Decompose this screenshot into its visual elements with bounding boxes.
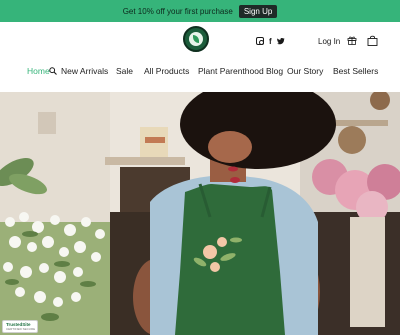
social-links: f [256,37,285,46]
nav-item-home[interactable]: Home [27,66,50,76]
hero-image [0,92,400,335]
logo[interactable] [183,26,209,52]
nav-item-all-products[interactable]: All Products [144,66,189,76]
nav-item-our-story[interactable]: Our Story [287,66,323,76]
announcement-bar: Get 10% off your first purchase Sign Up [0,0,400,22]
hero-illustration [0,92,400,335]
twitter-icon[interactable] [276,37,285,45]
announcement-text: Get 10% off your first purchase [122,6,233,16]
site-header: f Log In Home New Arrivals Sale All Prod… [0,22,400,92]
leaf-icon [193,35,199,43]
login-link[interactable]: Log In [318,37,340,46]
sign-up-button[interactable]: Sign Up [238,4,278,18]
badge-subtitle: CERTIFIED SECURE [6,327,36,331]
gift-icon[interactable] [347,35,357,45]
search-icon[interactable] [49,67,57,75]
nav-item-best-sellers[interactable]: Best Sellers [333,66,378,76]
cart-icon[interactable] [367,35,378,46]
nav-item-sale[interactable]: Sale [116,66,133,76]
nav-item-new-arrivals[interactable]: New Arrivals [61,66,108,76]
logo-mark [189,32,203,46]
facebook-icon[interactable]: f [269,37,272,46]
nav-item-blog[interactable]: Plant Parenthood Blog [198,66,283,76]
trusted-site-badge[interactable]: TrustedSite CERTIFIED SECURE [2,320,38,333]
main-nav: Home New Arrivals Sale All Products Plan… [0,66,400,80]
instagram-icon[interactable] [256,37,264,45]
